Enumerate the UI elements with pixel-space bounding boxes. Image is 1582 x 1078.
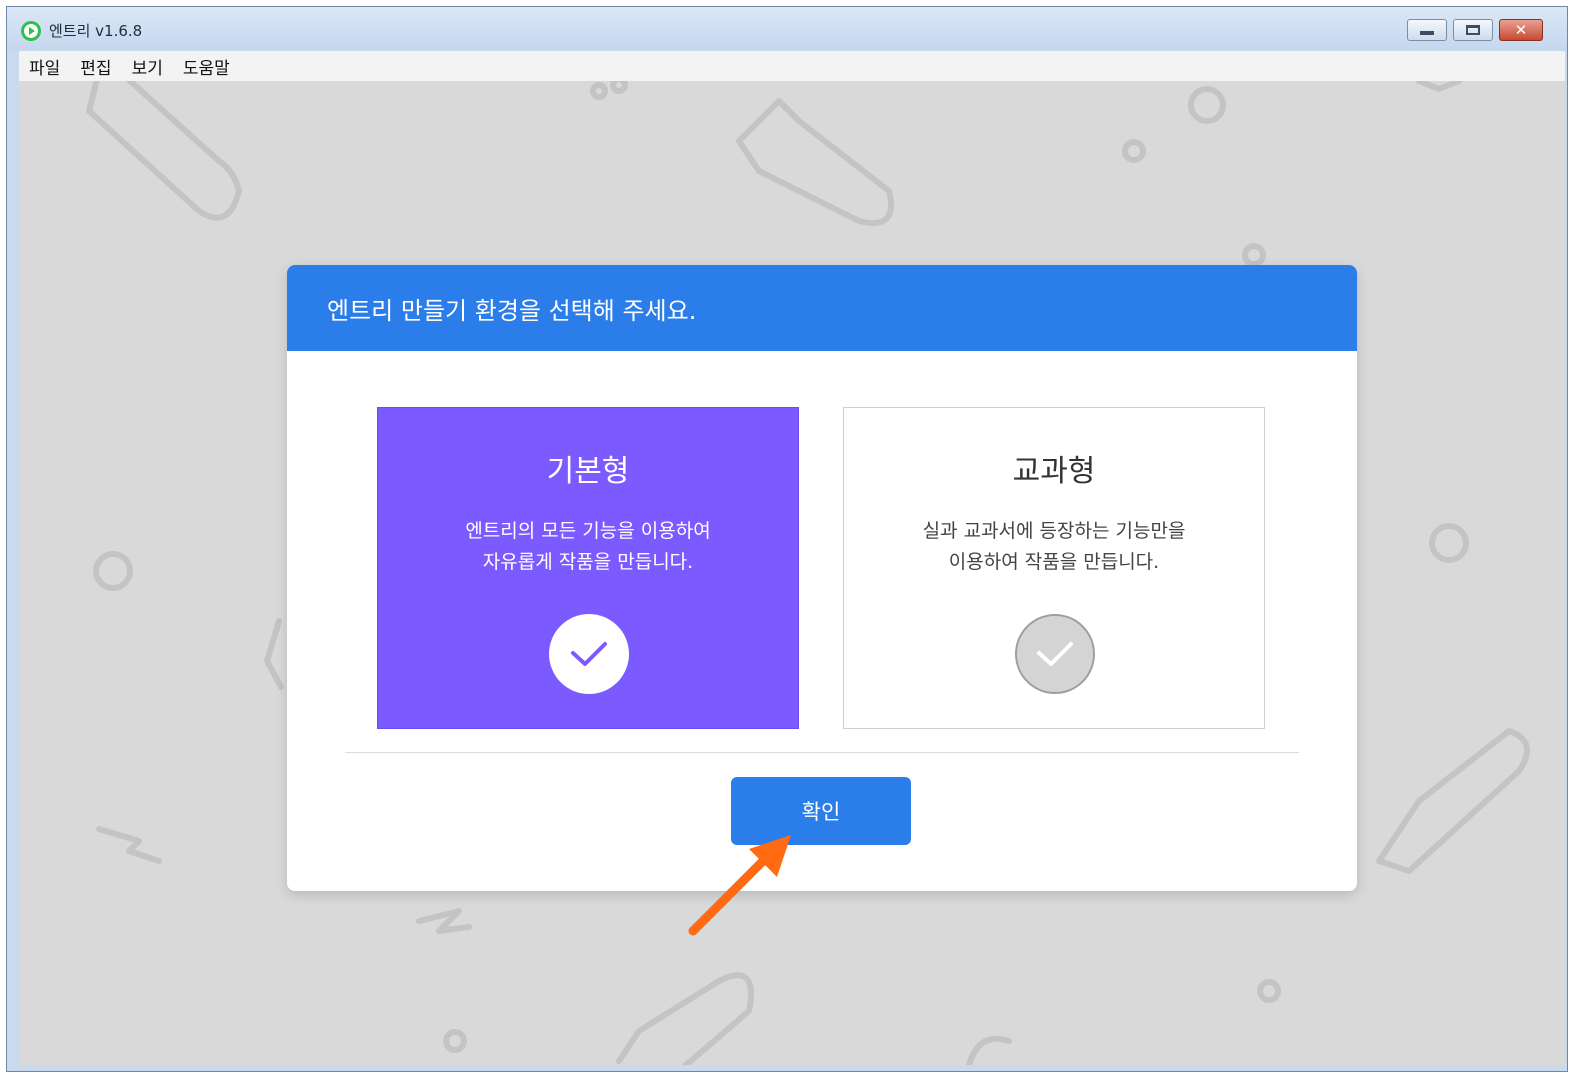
option-basic[interactable]: 기본형 엔트리의 모든 기능을 이용하여 자유롭게 작품을 만듭니다.	[377, 407, 799, 729]
option-textbook-title: 교과형	[1012, 454, 1096, 489]
maximize-button[interactable]	[1453, 19, 1493, 41]
option-basic-title: 기본형	[546, 454, 630, 489]
minimize-button[interactable]	[1407, 19, 1447, 41]
environment-select-dialog: 엔트리 만들기 환경을 선택해 주세요. 기본형 엔트리의 모든 기능을 이용하…	[287, 265, 1357, 891]
check-circle-icon	[1015, 614, 1095, 694]
minimize-icon	[1420, 31, 1434, 35]
option-textbook-desc: 실과 교과서에 등장하는 기능만을 이용하여 작품을 만듭니다.	[923, 516, 1186, 578]
menu-bar: 파일 편집 보기 도움말	[19, 51, 1565, 81]
confirm-button-label: 확인	[801, 800, 841, 824]
divider	[345, 752, 1299, 753]
dialog-title: 엔트리 만들기 환경을 선택해 주세요.	[327, 296, 697, 325]
app-window: 엔트리 v1.6.8 ✕ 파일 편집 보기 도움말 엔트리 만들기 환경을 선택…	[6, 6, 1568, 1072]
menu-edit[interactable]: 편집	[80, 54, 111, 79]
annotation-arrow-icon	[688, 835, 791, 936]
menu-file[interactable]: 파일	[29, 54, 60, 79]
option-textbook[interactable]: 교과형 실과 교과서에 등장하는 기능만을 이용하여 작품을 만듭니다.	[843, 407, 1265, 729]
option-basic-desc-line1: 엔트리의 모든 기능을 이용하여	[465, 520, 711, 542]
title-bar[interactable]: 엔트리 v1.6.8 ✕	[7, 7, 1567, 51]
entry-logo-icon	[21, 21, 41, 41]
window-title: 엔트리 v1.6.8	[49, 22, 143, 40]
menu-view[interactable]: 보기	[132, 54, 163, 79]
option-basic-desc-line2: 자유롭게 작품을 만듭니다.	[482, 551, 694, 573]
option-textbook-desc-line2: 이용하여 작품을 만듭니다.	[948, 551, 1160, 573]
option-textbook-desc-line1: 실과 교과서에 등장하는 기능만을	[922, 520, 1186, 542]
dialog-header: 엔트리 만들기 환경을 선택해 주세요.	[287, 265, 1357, 351]
menu-help[interactable]: 도움말	[183, 54, 230, 79]
maximize-icon	[1466, 25, 1480, 35]
close-icon: ✕	[1514, 20, 1528, 39]
close-button[interactable]: ✕	[1499, 19, 1543, 41]
option-basic-desc: 엔트리의 모든 기능을 이용하여 자유롭게 작품을 만듭니다.	[465, 516, 710, 578]
check-circle-icon	[549, 614, 629, 694]
